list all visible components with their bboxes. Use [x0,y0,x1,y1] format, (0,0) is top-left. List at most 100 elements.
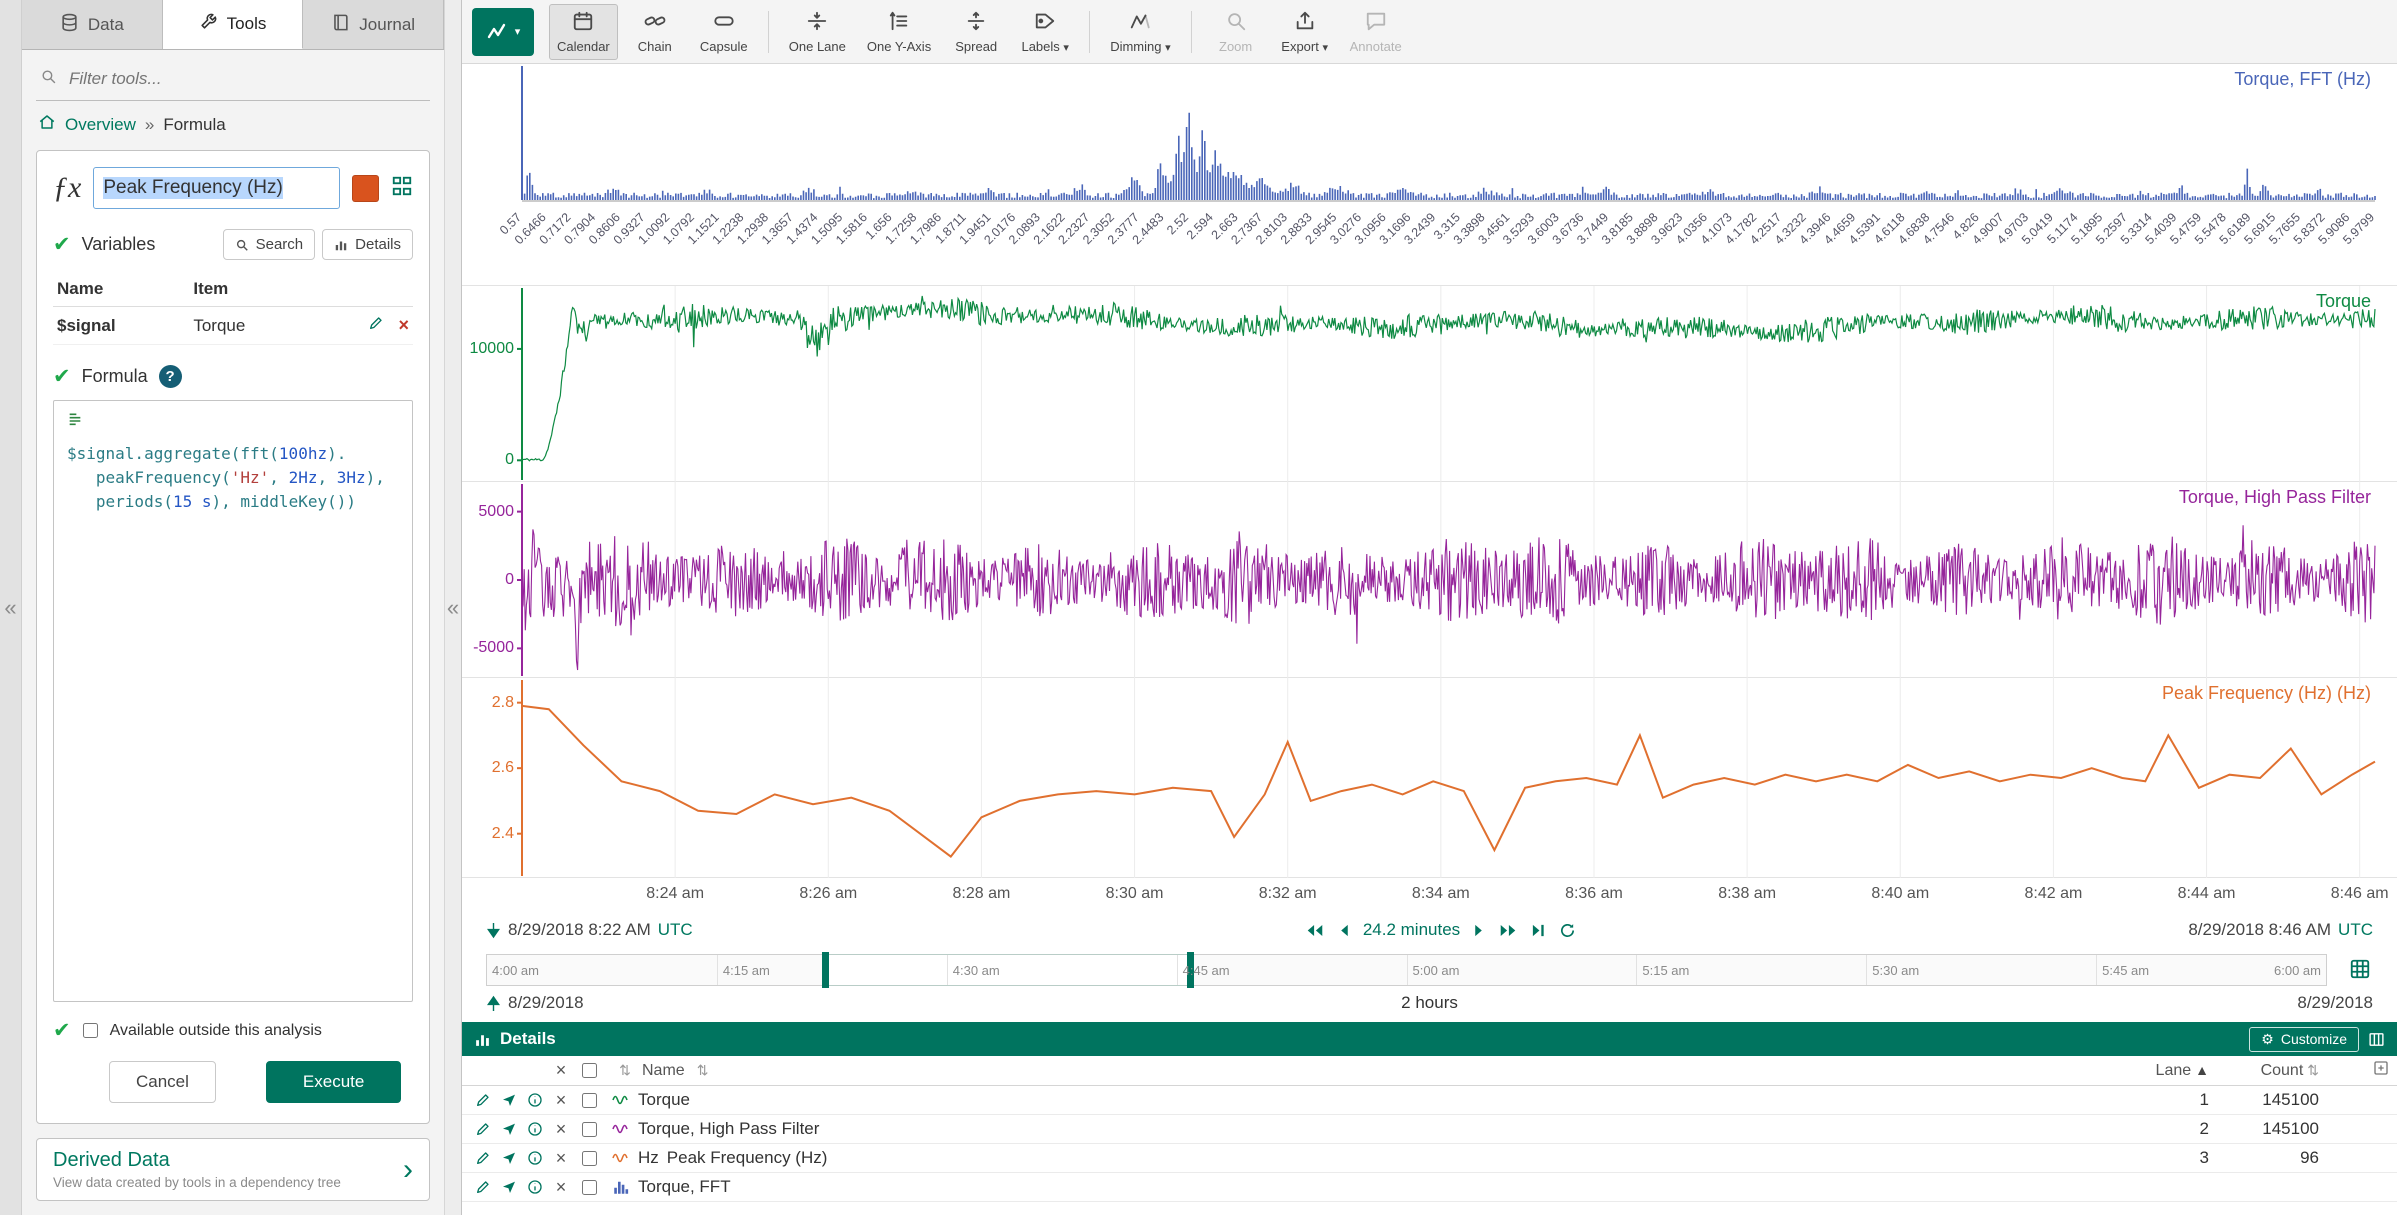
send-item-button[interactable] [496,1150,522,1166]
customize-button[interactable]: ⚙ Customize [2249,1027,2359,1052]
labels-icon [1034,10,1056,35]
edit-variable-icon[interactable] [368,316,389,335]
peak-frequency-plot[interactable] [462,678,2397,878]
panel-collapse-left[interactable]: « [0,0,22,1215]
edit-item-button[interactable] [470,1179,496,1195]
time-axis-label: 8:34 am [1412,885,1470,903]
color-swatch[interactable] [352,175,379,202]
details-row[interactable]: ×HzPeak Frequency (Hz)396 [462,1144,2397,1173]
toolbar-spread-button[interactable]: Spread [944,4,1008,60]
count-column-header[interactable]: Count⇅ [2209,1062,2319,1080]
tab-tools[interactable]: Tools [163,0,304,49]
item-select-checkbox[interactable] [582,1122,597,1137]
fft-plot[interactable] [462,64,2397,202]
display-range-bar: 8/29/2018 8:22 AM UTC 24.2 minutes [462,912,2397,948]
tab-data[interactable]: Data [22,0,163,49]
torque-plot[interactable] [462,286,2397,482]
item-select-checkbox[interactable] [582,1151,597,1166]
remove-item-button[interactable]: × [548,1090,574,1111]
send-item-button[interactable] [496,1092,522,1108]
item-name-input[interactable]: Peak Frequency (Hz) [93,167,340,209]
scrubber-selection[interactable] [824,954,1192,986]
formula-editor[interactable]: $signal.aggregate(fft(100hz). peakFreque… [53,400,413,1002]
wrench-icon [199,12,218,36]
item-info-button[interactable] [522,1092,548,1108]
item-info-button[interactable] [522,1179,548,1195]
cancel-button[interactable]: Cancel [109,1061,216,1103]
filter-tools-input[interactable] [67,68,426,90]
toolbar-export-button[interactable]: Export ▾ [1273,4,1337,60]
variables-search-button[interactable]: Search [223,229,316,260]
derived-data-panel[interactable]: Derived Data View data created by tools … [36,1138,430,1201]
asset-tree-icon[interactable] [391,175,413,202]
toolbar-calendar-button[interactable]: Calendar [549,4,618,60]
item-info-button[interactable] [522,1150,548,1166]
pan-right-button[interactable] [1473,923,1485,938]
name-column-header[interactable]: Name⇅ [642,1062,2139,1080]
remove-all-button[interactable]: × [548,1060,574,1081]
formula-code[interactable]: $signal.aggregate(fft(100hz). peakFreque… [67,442,399,514]
hpf-plot[interactable] [462,482,2397,678]
toolbar-capsule-button[interactable]: Capsule [692,4,756,60]
pan-left-fast-button[interactable] [1305,923,1325,938]
pan-to-now-button[interactable] [1531,923,1546,938]
details-row[interactable]: ×Torque, High Pass Filter2145100 [462,1115,2397,1144]
formula-help-icon[interactable]: ? [159,365,182,388]
details-row[interactable]: ×Torque, FFT [462,1173,2397,1202]
timezone-link[interactable]: UTC [658,920,693,940]
formula-snippets-icon[interactable] [67,414,83,431]
scrubber-area: 4:00 am4:15 am4:30 am4:45 am5:00 am5:15 … [462,948,2397,988]
send-item-button[interactable] [496,1121,522,1137]
toolbar-chain-button[interactable]: Chain [623,4,687,60]
edit-item-button[interactable] [470,1150,496,1166]
toolbar-one-lane-button[interactable]: One Lane [781,4,854,60]
toolbar-labels-button[interactable]: Labels ▾ [1013,4,1077,60]
variables-details-button[interactable]: Details [322,229,413,260]
arrow-down-icon[interactable] [486,922,501,939]
home-icon[interactable] [38,113,56,136]
remove-item-button[interactable]: × [548,1148,574,1169]
annotate-icon [1365,10,1387,35]
select-all-checkbox[interactable] [582,1063,597,1078]
derived-data-subtitle: View data created by tools in a dependen… [53,1175,341,1190]
available-outside-checkbox[interactable] [83,1023,98,1038]
signal-icon [604,1092,638,1108]
lane-torque: 100000Torque [462,286,2397,482]
dimming-icon [1129,10,1151,35]
execute-button[interactable]: Execute [266,1061,401,1103]
timezone-link-end[interactable]: UTC [2338,920,2373,940]
sort-selection-icon[interactable]: ⇅ [608,1062,642,1079]
item-select-checkbox[interactable] [582,1093,597,1108]
arrow-up-icon[interactable] [486,995,501,1012]
breadcrumb-overview[interactable]: Overview [65,115,136,135]
toolbar-dimming-button[interactable]: Dimming ▾ [1102,4,1178,60]
details-columns-icon[interactable] [2368,1031,2385,1048]
item-select-checkbox[interactable] [582,1180,597,1195]
pan-left-button[interactable] [1338,923,1350,938]
refresh-icon[interactable] [1559,922,1576,939]
gear-icon: ⚙ [2261,1031,2274,1048]
breadcrumb-current: Formula [163,115,225,135]
time-axis-label: 8:26 am [799,885,857,903]
add-column-icon[interactable] [2373,1060,2389,1081]
lane-column-header[interactable]: Lane▲ [2139,1062,2209,1080]
pan-right-fast-button[interactable] [1498,923,1518,938]
tab-journal[interactable]: Journal [303,0,444,49]
edit-item-button[interactable] [470,1092,496,1108]
time-scrubber[interactable]: 4:00 am4:15 am4:30 am4:45 am5:00 am5:15 … [486,954,2327,986]
toolbar-one-yaxis-button[interactable]: One Y-Axis [859,4,939,60]
sidebar-collapse[interactable]: « [444,0,462,1215]
send-item-button[interactable] [496,1179,522,1195]
scrubber-grid-button[interactable] [2349,958,2371,985]
signal-icon [604,1150,638,1166]
remove-item-button[interactable]: × [548,1177,574,1198]
duration-label[interactable]: 24.2 minutes [1363,920,1460,940]
scrubber-handle-left[interactable] [822,952,829,988]
view-selector-button[interactable]: ▾ [472,8,534,56]
details-row[interactable]: ×Torque1145100 [462,1086,2397,1115]
remove-variable-icon[interactable]: × [398,315,409,335]
edit-item-button[interactable] [470,1121,496,1137]
remove-item-button[interactable]: × [548,1119,574,1140]
item-info-button[interactable] [522,1121,548,1137]
fft-axis-label-strip: 0.570.64660.71720.79040.86060.93271.0092… [462,202,2397,286]
